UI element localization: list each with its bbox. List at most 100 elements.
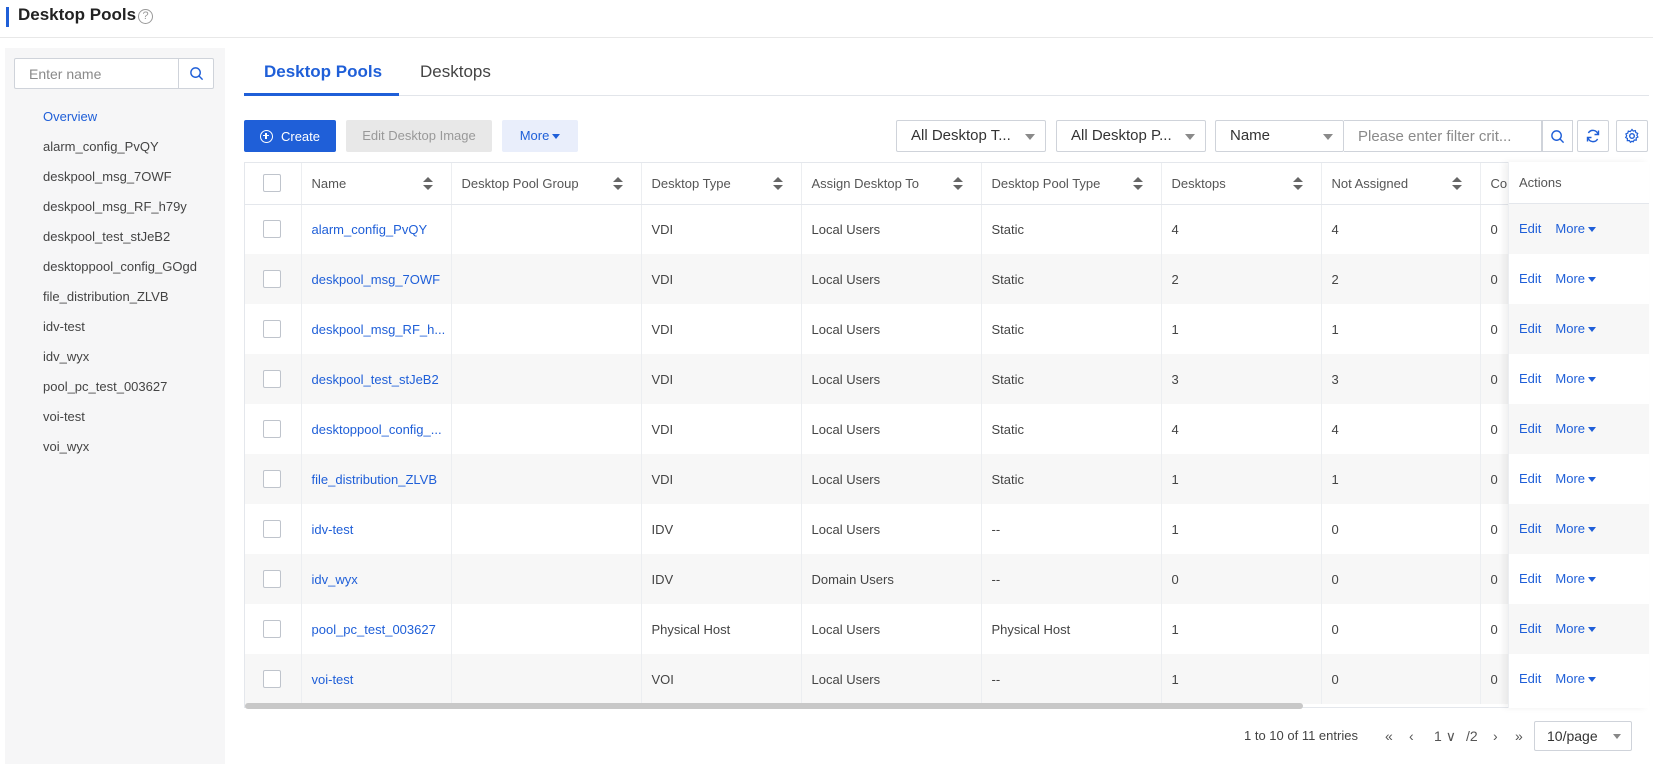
sort-icon[interactable]	[422, 177, 433, 191]
row-checkbox[interactable]	[263, 670, 281, 688]
row-checkbox[interactable]	[263, 220, 281, 239]
filter-input[interactable]	[1344, 121, 1519, 151]
more-actions-link[interactable]: More	[1555, 521, 1597, 536]
column-header-not-assigned[interactable]: Not Assigned	[1321, 163, 1481, 205]
edit-link[interactable]: Edit	[1519, 671, 1541, 686]
edit-link[interactable]: Edit	[1519, 271, 1541, 286]
last-page-icon[interactable]: »	[1515, 722, 1523, 750]
column-header-assign-to[interactable]: Assign Desktop To	[801, 163, 982, 205]
sidebar-item[interactable]: deskpool_msg_RF_h79y	[43, 192, 197, 222]
row-checkbox[interactable]	[263, 570, 281, 588]
sort-icon[interactable]	[1451, 177, 1462, 191]
column-header-desktop-type[interactable]: Desktop Type	[641, 163, 802, 205]
sidebar-search-input[interactable]	[15, 59, 180, 88]
create-button[interactable]: Create	[244, 120, 336, 152]
more-actions-link[interactable]: More	[1555, 321, 1597, 336]
sort-icon[interactable]	[772, 177, 783, 191]
column-header-name[interactable]: Name	[301, 163, 452, 205]
edit-link[interactable]: Edit	[1519, 521, 1541, 536]
desktop-pool-filter[interactable]: All Desktop P...	[1056, 120, 1206, 152]
filter-search-button[interactable]	[1542, 120, 1573, 152]
cell-assign-to: Local Users	[801, 254, 982, 304]
edit-link[interactable]: Edit	[1519, 421, 1541, 436]
sort-icon[interactable]	[1132, 177, 1143, 191]
tab-desktop-pools[interactable]: Desktop Pools	[264, 62, 382, 82]
tab-desktops[interactable]: Desktops	[420, 62, 491, 82]
more-actions-link[interactable]: More	[1555, 271, 1597, 286]
sidebar-item[interactable]: idv-test	[43, 312, 197, 342]
sidebar-item[interactable]: deskpool_msg_7OWF	[43, 162, 197, 192]
desktop-type-filter[interactable]: All Desktop T...	[896, 120, 1046, 152]
refresh-button[interactable]	[1577, 120, 1609, 152]
more-actions-label: More	[1555, 321, 1586, 336]
sort-icon[interactable]	[952, 177, 963, 191]
sidebar-item-overview[interactable]: Overview	[43, 102, 197, 132]
table-row: file_distribution_ZLVB VDI Local Users Stat…	[245, 454, 1648, 504]
row-checkbox[interactable]	[263, 420, 281, 438]
sidebar-item[interactable]: desktoppool_config_GOgd	[43, 252, 197, 282]
current-page-select[interactable]: 1 ∨	[1434, 722, 1456, 750]
more-actions-link[interactable]: More	[1555, 671, 1597, 686]
sidebar-item[interactable]: pool_pc_test_003627	[43, 372, 197, 402]
cell-name[interactable]: file_distribution_ZLVB	[301, 454, 452, 504]
row-checkbox[interactable]	[263, 320, 281, 338]
cell-name[interactable]: voi-test	[301, 654, 452, 704]
more-button-label: More	[519, 128, 550, 143]
cell-name[interactable]: idv_wyx	[301, 554, 452, 604]
cell-desktop-type: VDI	[641, 304, 802, 354]
cell-pool-type: --	[981, 554, 1162, 604]
column-header-pool-type[interactable]: Desktop Pool Type	[981, 163, 1162, 205]
more-actions-link[interactable]: More	[1555, 471, 1597, 486]
row-checkbox[interactable]	[263, 270, 281, 288]
filter-field-select[interactable]: Name	[1215, 120, 1344, 152]
edit-link[interactable]: Edit	[1519, 471, 1541, 486]
row-checkbox[interactable]	[263, 370, 281, 388]
horizontal-scrollbar[interactable]	[245, 703, 1303, 709]
edit-link[interactable]: Edit	[1519, 221, 1541, 236]
sidebar-item[interactable]: voi-test	[43, 402, 197, 432]
column-label: Not Assigned	[1331, 175, 1409, 191]
more-actions-link[interactable]: More	[1555, 221, 1597, 236]
column-header-pool-group[interactable]: Desktop Pool Group	[451, 163, 642, 205]
cell-name[interactable]: idv-test	[301, 504, 452, 554]
sidebar-item[interactable]: deskpool_test_stJeB2	[43, 222, 197, 252]
more-button[interactable]: More	[502, 120, 578, 152]
select-all-checkbox[interactable]	[263, 174, 281, 193]
more-actions-link[interactable]: More	[1555, 571, 1597, 586]
column-header-desktops[interactable]: Desktops	[1161, 163, 1322, 205]
sidebar-item[interactable]: voi_wyx	[43, 432, 197, 462]
cell-name[interactable]: alarm_config_PvQY	[301, 204, 452, 254]
edit-link[interactable]: Edit	[1519, 571, 1541, 586]
more-actions-link[interactable]: More	[1555, 421, 1597, 436]
cell-name[interactable]: pool_pc_test_003627	[301, 604, 452, 654]
cell-name[interactable]: deskpool_msg_RF_h...	[301, 304, 452, 354]
sort-icon[interactable]	[1292, 177, 1303, 191]
edit-desktop-image-button[interactable]: Edit Desktop Image	[346, 120, 492, 152]
row-checkbox[interactable]	[263, 620, 281, 638]
edit-link[interactable]: Edit	[1519, 371, 1541, 386]
cell-name[interactable]: desktoppool_config_...	[301, 404, 452, 454]
caret-down-icon	[1588, 577, 1597, 583]
settings-button[interactable]	[1616, 120, 1648, 152]
sidebar-item[interactable]: file_distribution_ZLVB	[43, 282, 197, 312]
cell-name[interactable]: deskpool_msg_7OWF	[301, 254, 452, 304]
sidebar-item[interactable]: idv_wyx	[43, 342, 197, 372]
page-size-select[interactable]: 10/page	[1534, 721, 1632, 751]
next-page-icon[interactable]: ›	[1493, 722, 1498, 750]
more-actions-link[interactable]: More	[1555, 371, 1597, 386]
sidebar-search-button[interactable]	[178, 59, 213, 88]
edit-link[interactable]: Edit	[1519, 321, 1541, 336]
chevron-down-icon	[1323, 134, 1333, 140]
prev-page-icon[interactable]: ‹	[1409, 722, 1414, 750]
row-checkbox[interactable]	[263, 520, 281, 538]
row-checkbox[interactable]	[263, 470, 281, 488]
more-actions-label: More	[1555, 371, 1586, 386]
more-actions-link[interactable]: More	[1555, 621, 1597, 636]
sidebar-item[interactable]: alarm_config_PvQY	[43, 132, 197, 162]
cell-name[interactable]: deskpool_test_stJeB2	[301, 354, 452, 404]
edit-link[interactable]: Edit	[1519, 621, 1541, 636]
first-page-icon[interactable]: «	[1385, 722, 1393, 750]
help-icon[interactable]: ?	[138, 9, 153, 24]
sort-icon[interactable]	[612, 177, 623, 191]
cell-not-assigned: 0	[1321, 604, 1481, 654]
